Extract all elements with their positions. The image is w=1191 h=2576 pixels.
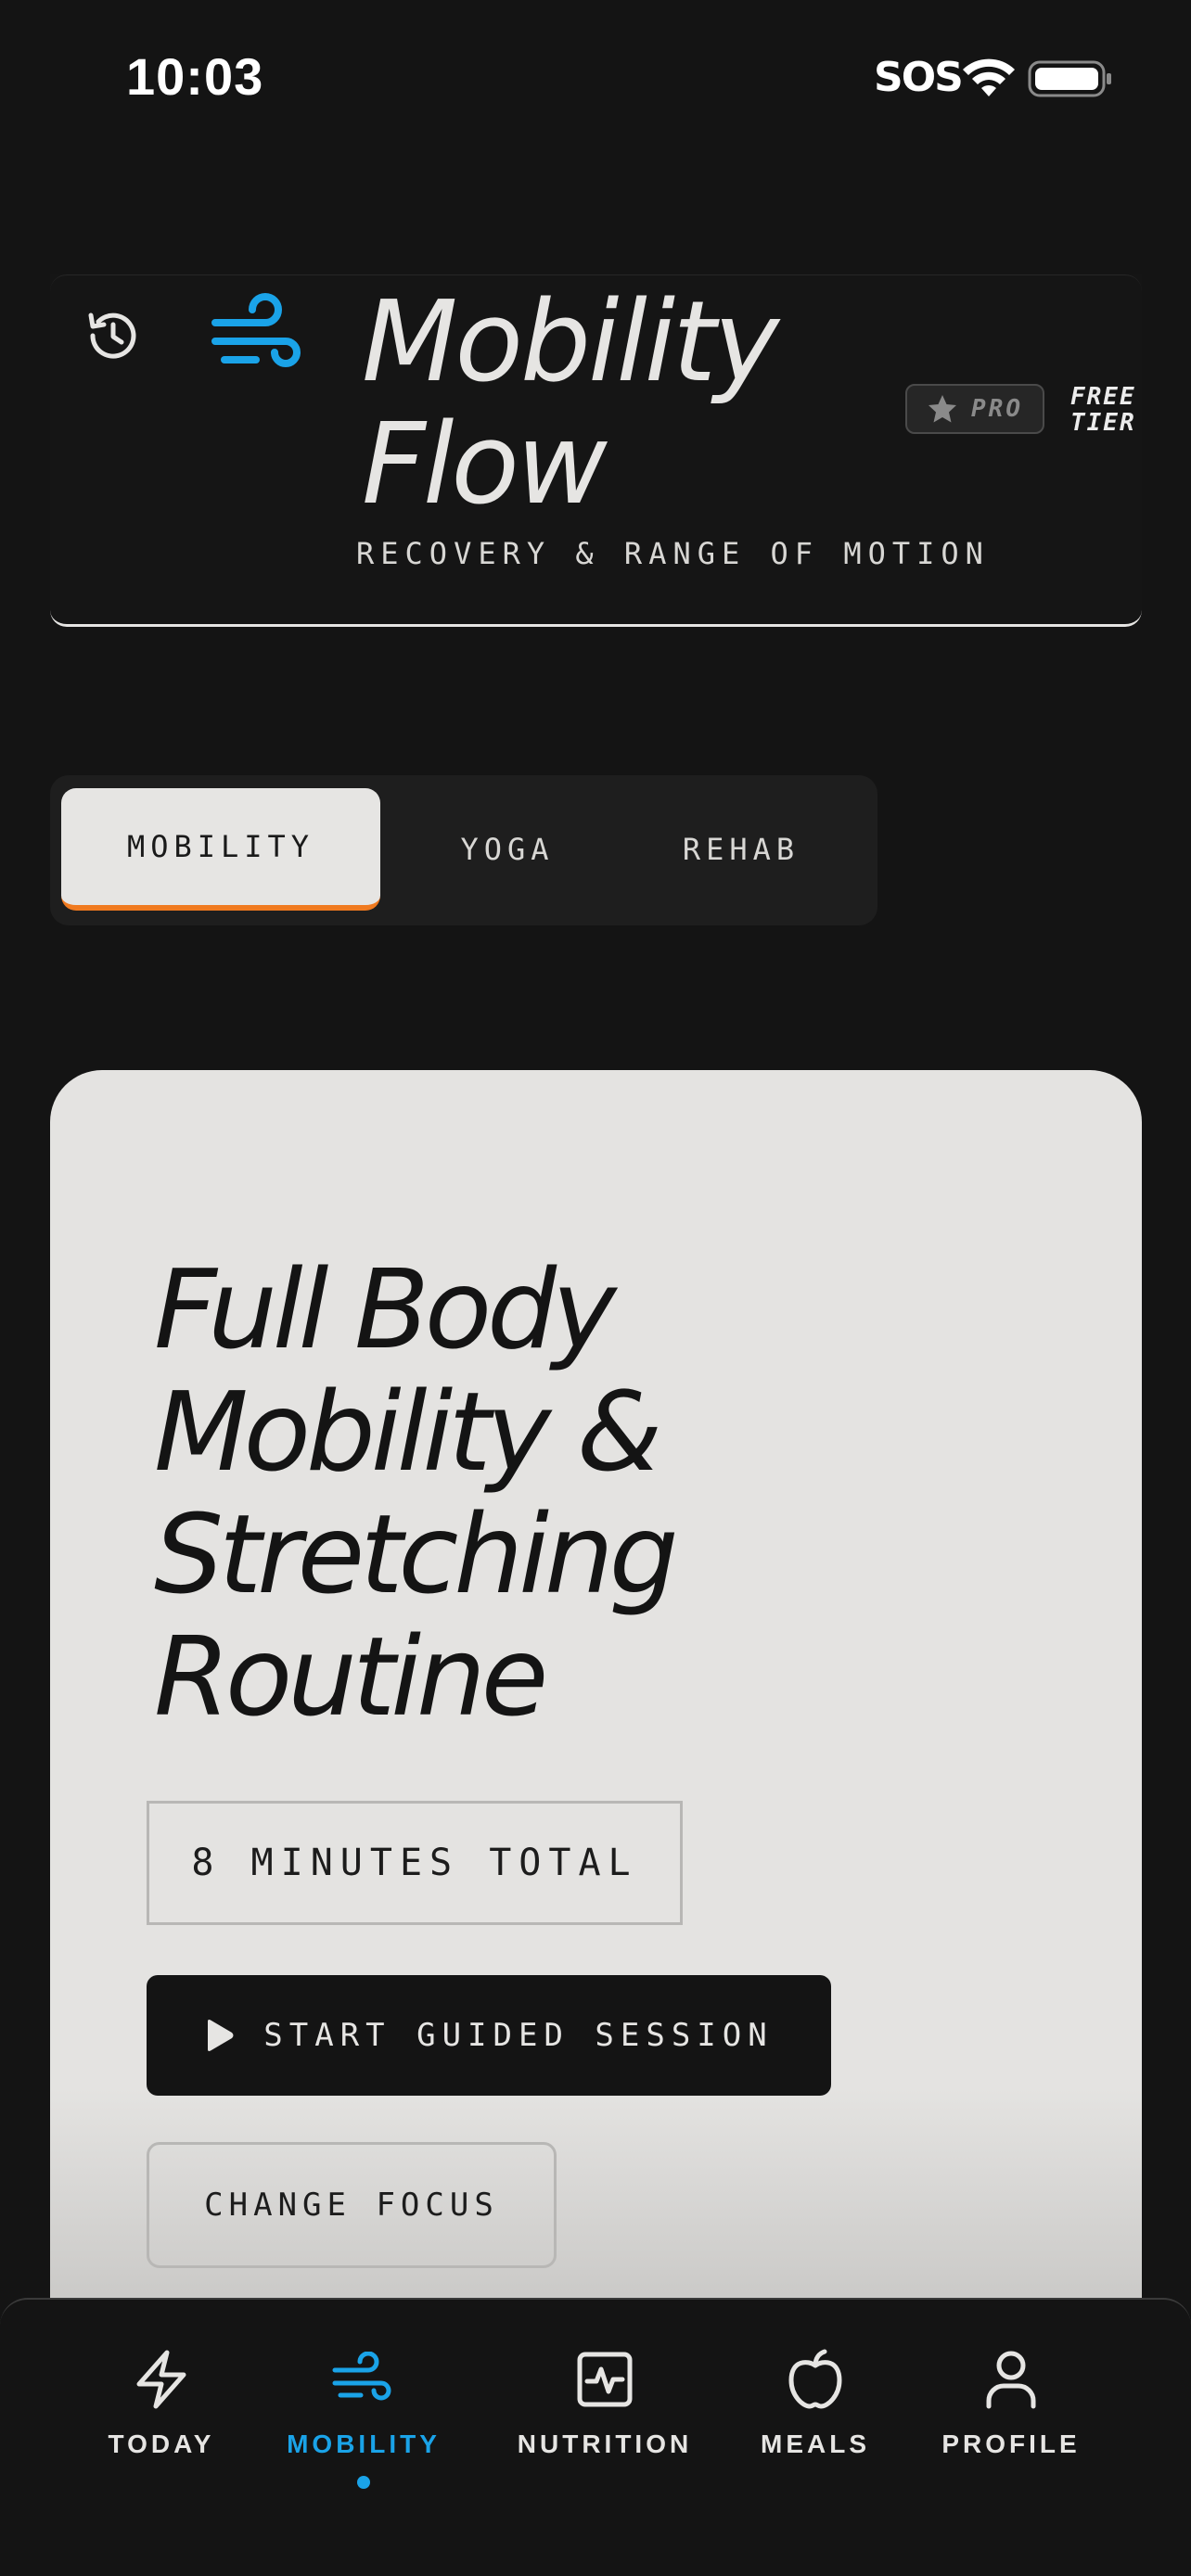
tab-rehab[interactable]: REHAB (623, 788, 859, 911)
tier-label: FREE TIER (1070, 384, 1154, 436)
nav-mobility[interactable]: MOBILITY (271, 2346, 456, 2531)
category-segmented-control: MOBILITY YOGA REHAB (50, 775, 877, 925)
tier-label-line1: FREE (1070, 383, 1136, 411)
star-icon (928, 395, 957, 423)
nav-today[interactable]: TODAY (69, 2346, 254, 2531)
tab-mobility[interactable]: MOBILITY (61, 788, 380, 911)
routine-title-line: Mobility & (154, 1368, 662, 1496)
nav-label: MOBILITY (287, 2429, 441, 2458)
tier-label-line2: TIER (1070, 409, 1136, 437)
bottom-nav: TODAY MOBILITY NUTRITION MEALS PROFILE (0, 2298, 1191, 2576)
app-subtitle: RECOVERY & RANGE OF MOTION (356, 536, 990, 571)
status-sos: SOS (874, 54, 964, 101)
wind-icon (332, 2352, 391, 2401)
nav-label: MEALS (761, 2429, 870, 2458)
bolt-icon (136, 2350, 186, 2409)
active-indicator-dot (357, 2476, 370, 2489)
app-title-line1: Mobility (362, 278, 779, 407)
nav-profile[interactable]: PROFILE (918, 2346, 1104, 2531)
pro-badge[interactable]: PRO (905, 384, 1044, 434)
header-card: Mobility Flow RECOVERY & RANGE OF MOTION… (50, 274, 1142, 627)
routine-title: Full Body Mobility & Stretching Routine (154, 1248, 859, 1738)
routine-title-line: Full Body (154, 1245, 617, 1373)
change-focus-button[interactable]: CHANGE FOCUS (147, 2142, 557, 2268)
wifi-icon (963, 58, 1015, 96)
start-session-button[interactable]: START GUIDED SESSION (147, 1975, 831, 2096)
routine-card: Full Body Mobility & Stretching Routine … (50, 1070, 1142, 2313)
battery-icon (1028, 60, 1111, 97)
tab-yoga[interactable]: YOGA (391, 788, 623, 911)
app-title-line2: Flow (362, 401, 608, 529)
user-icon (986, 2351, 1036, 2409)
history-button[interactable] (76, 299, 150, 373)
wind-logo-icon (211, 293, 301, 367)
routine-title-line: Routine (154, 1613, 548, 1741)
play-icon (208, 2020, 234, 2051)
activity-icon (577, 2352, 633, 2407)
history-icon (88, 312, 136, 359)
status-bar: 10:03 SOS (0, 0, 1191, 158)
pro-badge-label: PRO (971, 395, 1023, 423)
nav-label: TODAY (108, 2429, 215, 2458)
status-time: 10:03 (126, 47, 264, 106)
nav-meals[interactable]: MEALS (723, 2346, 908, 2531)
apple-icon (788, 2349, 842, 2409)
app-title: Mobility Flow (362, 282, 881, 527)
nav-label: NUTRITION (517, 2429, 693, 2458)
nav-nutrition[interactable]: NUTRITION (512, 2346, 698, 2531)
start-session-label: START GUIDED SESSION (263, 2017, 774, 2054)
routine-title-line: Stretching (154, 1490, 679, 1618)
nav-label: PROFILE (941, 2429, 1081, 2458)
duration-chip: 8 MINUTES TOTAL (147, 1801, 683, 1925)
